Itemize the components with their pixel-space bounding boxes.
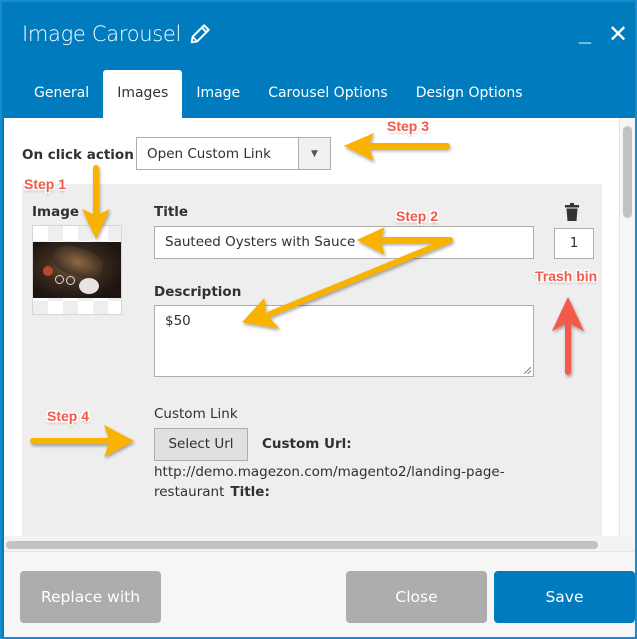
save-button[interactable]: Save	[494, 571, 635, 623]
tab-bar: General Images Image Carousel Options De…	[2, 70, 537, 118]
trash-icon[interactable]	[565, 203, 579, 221]
tab-images[interactable]: Images	[103, 70, 183, 118]
tab-general[interactable]: General	[20, 70, 103, 118]
modal-footer: Replace with Close Save	[4, 551, 635, 637]
close-button[interactable]: Close	[346, 571, 487, 623]
description-label: Description	[154, 284, 242, 300]
vertical-scrollbar-thumb[interactable]	[623, 126, 632, 218]
on-click-action-select[interactable]: Open Custom Link ▼	[136, 137, 331, 170]
image-carousel-modal: Image Carousel _ ✕ General Images Image …	[0, 0, 637, 639]
tab-design-options[interactable]: Design Options	[402, 70, 537, 118]
pencil-icon[interactable]	[189, 23, 211, 45]
step3-annotation: Step 3	[387, 118, 430, 134]
trash-bin-annotation: Trash bin	[535, 268, 598, 284]
select-url-button[interactable]: Select Url	[154, 428, 248, 461]
horizontal-scrollbar[interactable]	[4, 536, 635, 551]
custom-url-value[interactable]: http://demo.magezon.com/magento2/landing…	[154, 464, 505, 500]
modal-body: On click action Open Custom Link ▼ Image…	[4, 118, 635, 551]
step1-annotation: Step 1	[24, 176, 67, 192]
custom-url-text: http://demo.magezon.com/magento2/landing…	[154, 462, 534, 502]
step4-annotation: Step 4	[47, 408, 90, 424]
image-label: Image	[32, 204, 80, 220]
title-label: Title	[154, 204, 189, 220]
image-item-panel: Image Title Sauteed Oysters with Sauce 1…	[22, 184, 602, 536]
custom-url-label: Custom Url:	[262, 436, 352, 452]
bowl-shape	[79, 278, 99, 294]
modal-title: Image Carousel	[22, 22, 211, 46]
image-thumbnail[interactable]	[32, 225, 122, 315]
on-click-action-label: On click action	[22, 147, 134, 163]
minimize-button[interactable]: _	[579, 16, 591, 44]
title-input[interactable]: Sauteed Oysters with Sauce	[154, 226, 534, 259]
link-title-label: Title:	[230, 484, 270, 500]
description-textarea[interactable]: $50	[154, 305, 534, 377]
step2-annotation: Step 2	[396, 208, 439, 224]
food-image	[33, 242, 121, 298]
description-value: $50	[165, 313, 191, 329]
close-icon[interactable]: ✕	[608, 20, 628, 48]
on-click-action-value: Open Custom Link	[147, 146, 272, 162]
chevron-down-icon[interactable]: ▼	[298, 138, 330, 169]
vertical-scrollbar[interactable]	[619, 118, 635, 536]
tab-carousel-options[interactable]: Carousel Options	[254, 70, 402, 118]
onion-ring-shape	[66, 276, 75, 285]
onion-ring-shape	[55, 275, 64, 284]
custom-link-label: Custom Link	[154, 406, 238, 422]
replace-with-button[interactable]: Replace with	[20, 571, 161, 623]
modal-title-text: Image Carousel	[22, 22, 182, 46]
modal-header: Image Carousel _ ✕	[2, 2, 637, 70]
tab-image[interactable]: Image	[182, 70, 254, 118]
position-input[interactable]: 1	[554, 228, 594, 259]
horizontal-scrollbar-thumb[interactable]	[6, 541, 598, 549]
tomato-shape	[43, 266, 53, 276]
resize-handle[interactable]	[524, 367, 531, 374]
